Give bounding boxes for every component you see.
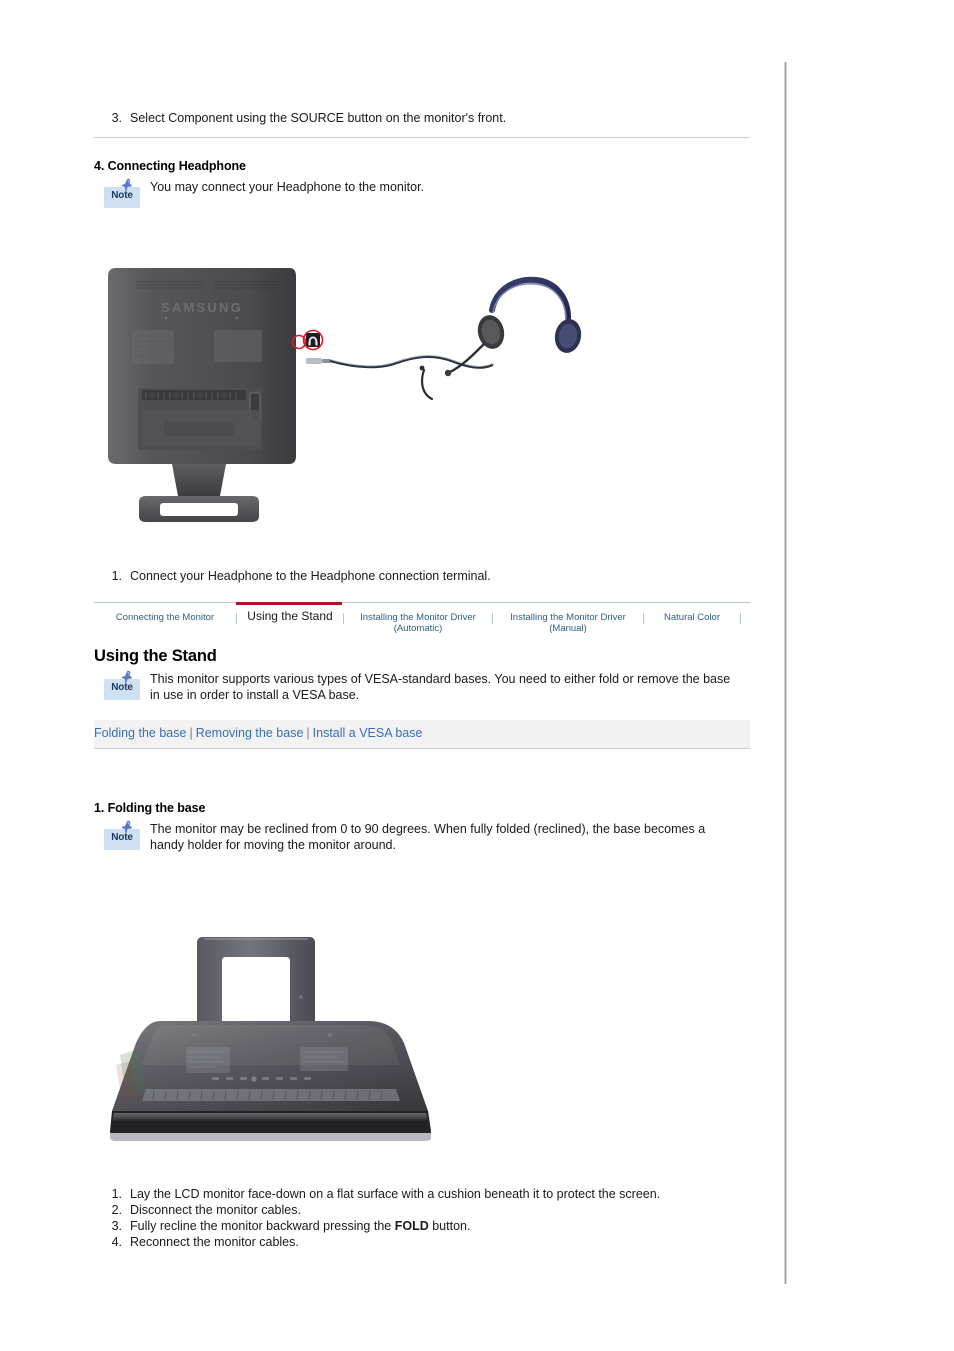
note-text-folding: The monitor may be reclined from 0 to 90… [150,822,706,852]
list-item-text: Reconnect the monitor cables. [130,1235,299,1249]
monitor-headphone-illustration: SAMSUNG [108,268,582,522]
note-icon: Note [104,820,140,850]
link-separator: | [306,726,310,740]
figure-folded-base [94,925,750,1165]
tab-separator [740,613,741,624]
page-title: Using the Stand [94,647,217,665]
monitor-body: SAMSUNG [108,268,296,522]
list-item-text: Lay the LCD monitor face-down on a flat … [130,1187,661,1201]
tab-using-the-stand[interactable]: Using the Stand [237,610,343,623]
list-item: 4. Reconnect the monitor cables. [94,1234,750,1250]
list-item-text-tail: button. [428,1219,471,1233]
carry-handle [197,937,315,1035]
note-text-headphone: You may connect your Headphone to the mo… [150,180,425,194]
folding-step-block: 1. Lay the LCD monitor face-down on a fla… [94,1186,750,1250]
tab-installing-the-monitor-driver-manual[interactable]: Installing the Monitor Driver (Manual) [493,610,643,634]
figure-headphone-connection: SAMSUNG [94,260,750,530]
note-icon: Note [104,178,140,208]
heading-folding-the-base: 1. Folding the base [94,801,206,815]
list-item: 1. Connect your Headphone to the Headphon… [94,568,750,584]
link-install-a-vesa-base[interactable]: Install a VESA base [313,726,423,740]
section-divider-top [94,137,750,138]
link-removing-the-base[interactable]: Removing the base [196,726,304,740]
monitor-rear-folded [110,1021,431,1141]
source-step-list: 3. Select Component using the SOURCE butt… [94,110,750,126]
note-label: Note [111,190,133,201]
list-item-number: 3. [111,1219,122,1233]
list-item-text: Connect your Headphone to the Headphone … [130,569,491,583]
list-item-text: Fully recline the monitor backward press… [130,1219,395,1233]
source-step-block: 3. Select Component using the SOURCE butt… [94,110,750,126]
monitor-brand-text: SAMSUNG [161,300,243,315]
list-item: 3. Select Component using the SOURCE butt… [94,110,750,126]
section-divider-links [94,748,750,749]
note-label: Note [111,682,133,693]
list-item-text: Select Component using the SOURCE button… [130,111,507,125]
list-item: 3. Fully recline the monitor backward pre… [94,1218,750,1234]
folding-step-list: 1. Lay the LCD monitor face-down on a fla… [94,1186,750,1250]
headphone-step-block: 1. Connect your Headphone to the Headphon… [94,568,750,584]
list-item-number: 3. [111,111,122,125]
tab-installing-the-monitor-driver-automatic[interactable]: Installing the Monitor Driver (Automatic… [344,610,492,634]
headphone-jack-highlight [291,329,324,351]
heading-connecting-headphone: 4. Connecting Headphone [94,159,246,173]
tab-connecting-the-monitor[interactable]: Connecting the Monitor [94,610,236,623]
note-label: Note [111,832,133,843]
link-folding-the-base[interactable]: Folding the base [94,726,186,740]
link-separator: | [189,726,193,740]
manual-page: 3. Select Component using the SOURCE butt… [0,0,954,1351]
list-item-number: 2. [111,1203,122,1217]
note-block-stand: Note This monitor supports various types… [94,668,760,703]
tabs-list: Connecting the Monitor Using the Stand I… [94,610,750,634]
list-item-number: 1. [111,1187,122,1201]
list-item: 2. Disconnect the monitor cables. [94,1202,750,1218]
list-item-emphasis: FOLD [394,1219,429,1233]
list-item-text: Disconnect the monitor cables. [130,1203,301,1217]
note-text-stand: This monitor supports various types of V… [150,672,731,702]
folded-monitor-illustration [110,937,431,1141]
note-block-folding: Note The monitor may be reclined from 0 … [94,818,760,853]
note-icon: Note [104,670,140,700]
headphone-step-list: 1. Connect your Headphone to the Headphon… [94,568,750,584]
section-tabs: Connecting the Monitor Using the Stand I… [94,602,750,642]
headphones [444,276,582,377]
list-item-number: 1. [111,569,122,583]
list-item-number: 4. [111,1235,122,1249]
tab-active-indicator [236,602,342,605]
tabs-top-rule [94,602,750,603]
list-item: 1. Lay the LCD monitor face-down on a fla… [94,1186,750,1202]
stand-link-bar: Folding the base | Removing the base | Insta… [94,720,750,748]
tab-natural-color[interactable]: Natural Color [644,610,740,623]
page-frame-divider [784,62,787,1284]
note-block-headphone: Note You may connect your Headphone to t… [94,176,760,208]
